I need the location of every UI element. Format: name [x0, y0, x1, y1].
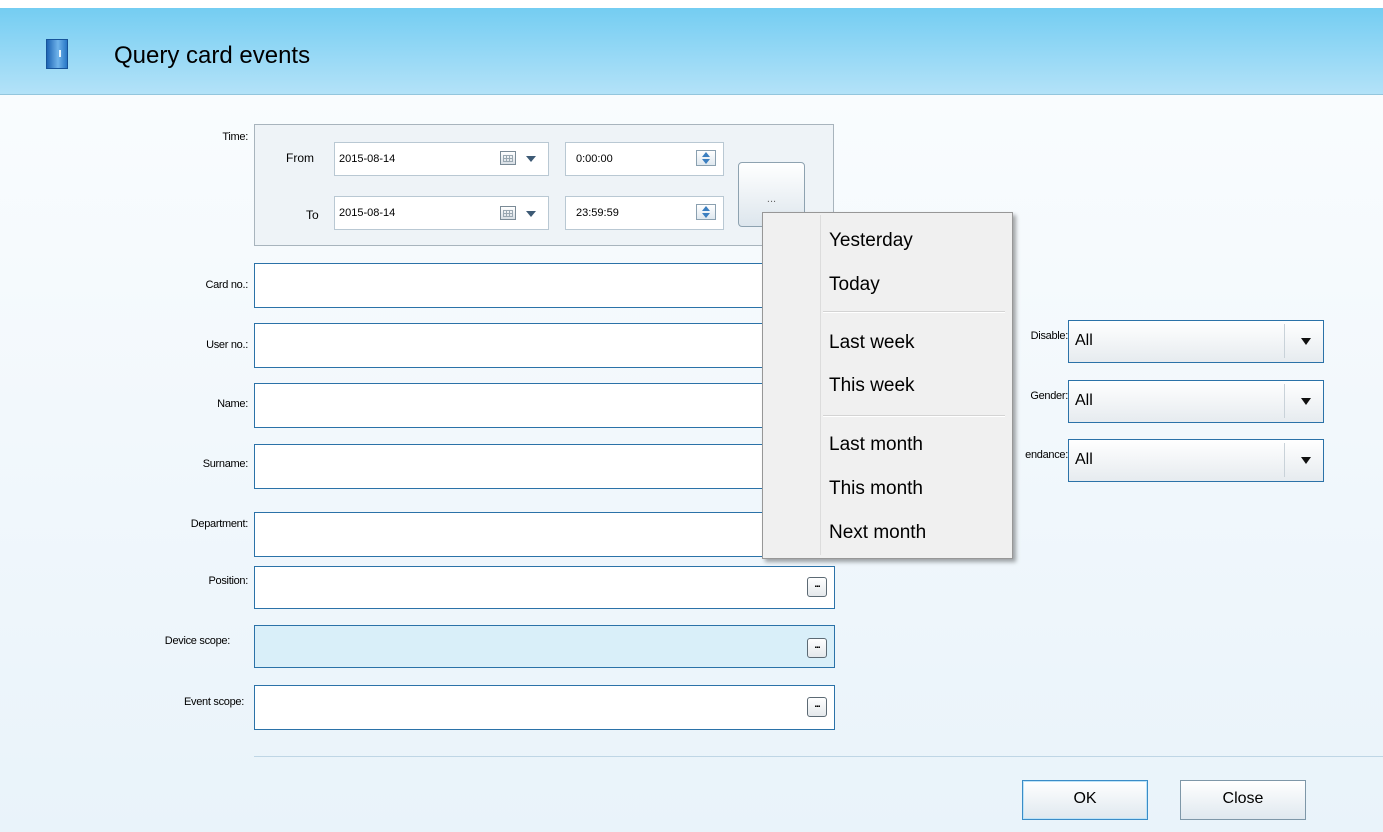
menu-item-this-week[interactable]: This week [829, 375, 915, 397]
time-label: Time: [222, 131, 248, 143]
device-scope-label: Device scope: [164, 635, 231, 647]
name-label: Name: [217, 398, 248, 410]
surname-input[interactable] [254, 444, 764, 489]
time-preset-menu: Yesterday Today Last week This week Last… [762, 212, 1013, 559]
spinner-icon[interactable] [696, 150, 716, 166]
from-time-value: 0:00:00 [576, 153, 613, 165]
chevron-down-icon [1301, 398, 1311, 405]
position-browse-button[interactable]: ... [807, 577, 827, 597]
chevron-down-icon[interactable] [526, 156, 536, 162]
user-no-input[interactable] [254, 323, 764, 368]
chevron-down-icon[interactable] [526, 211, 536, 217]
close-button[interactable]: Close [1180, 780, 1306, 820]
menu-item-last-week[interactable]: Last week [829, 332, 915, 354]
from-date-picker[interactable]: 2015-08-14 [334, 142, 549, 176]
disable-select-value: All [1075, 332, 1093, 349]
card-no-input[interactable] [254, 263, 764, 308]
name-input[interactable] [254, 383, 764, 428]
event-scope-browse-button[interactable]: ... [807, 697, 827, 717]
card-no-label: Card no.: [205, 279, 248, 291]
door-icon [43, 38, 73, 74]
department-label: Department: [190, 518, 249, 530]
disable-select[interactable]: All [1068, 320, 1324, 363]
menu-item-last-month[interactable]: Last month [829, 434, 923, 456]
window-title: Query card events [114, 42, 311, 69]
attendance-select[interactable]: All [1068, 439, 1324, 482]
device-scope-browse-button[interactable]: ... [807, 638, 827, 658]
from-label: From [286, 151, 314, 165]
footer-divider [254, 756, 1383, 757]
position-label: Position: [208, 575, 249, 587]
ok-button[interactable]: OK [1022, 780, 1148, 820]
chevron-down-icon [1301, 338, 1311, 345]
user-no-label: User no.: [206, 339, 248, 351]
to-label: To [306, 208, 319, 222]
menu-separator [823, 415, 1005, 417]
from-date-value: 2015-08-14 [339, 153, 396, 165]
position-input[interactable] [254, 566, 835, 609]
calendar-icon[interactable] [500, 151, 516, 165]
calendar-icon[interactable] [500, 206, 516, 220]
menu-item-today[interactable]: Today [829, 274, 880, 296]
menu-separator [823, 311, 1005, 313]
event-scope-input[interactable] [254, 685, 835, 730]
menu-item-yesterday[interactable]: Yesterday [829, 230, 913, 252]
to-date-picker[interactable]: 2015-08-14 [334, 196, 549, 230]
menu-item-next-month[interactable]: Next month [829, 522, 926, 544]
to-date-value: 2015-08-14 [339, 207, 396, 219]
department-input[interactable] [254, 512, 764, 557]
spinner-icon[interactable] [696, 204, 716, 220]
gender-select[interactable]: All [1068, 380, 1324, 423]
title-bar: Query card events [0, 8, 1383, 95]
event-scope-label: Event scope: [184, 696, 244, 708]
to-time-value: 23:59:59 [576, 207, 619, 219]
attendance-select-value: All [1075, 451, 1093, 468]
device-scope-input[interactable] [254, 625, 835, 668]
menu-item-this-month[interactable]: This month [829, 478, 923, 500]
gender-select-value: All [1075, 392, 1093, 409]
chevron-down-icon [1301, 457, 1311, 464]
surname-label: Surname: [202, 458, 249, 470]
